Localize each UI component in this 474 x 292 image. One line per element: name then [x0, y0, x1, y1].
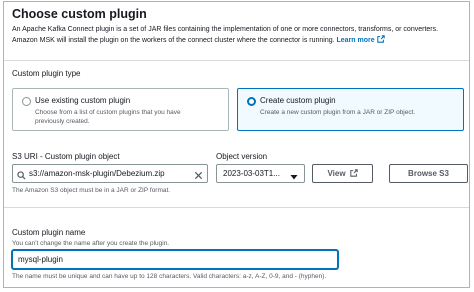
- panel-title: Choose custom plugin: [12, 7, 147, 21]
- s3-uri-input[interactable]: s3://amazon-msk-plugin/Debezium.zip: [12, 164, 208, 183]
- search-icon: [17, 169, 26, 182]
- panel-header: Choose custom plugin An Apache Kafka Con…: [4, 2, 469, 61]
- choose-custom-plugin-panel: Choose custom plugin An Apache Kafka Con…: [3, 1, 470, 288]
- s3-uri-value: s3://amazon-msk-plugin/Debezium.zip: [29, 169, 165, 178]
- option-create-custom-desc: Create a new custom plugin from a JAR or…: [260, 109, 416, 116]
- plugin-name-label: Custom plugin name: [12, 228, 86, 237]
- plugin-name-constraint: The name must be unique and can have up …: [12, 273, 327, 280]
- option-use-existing-desc: Choose from a list of custom plugins tha…: [35, 109, 181, 125]
- radio-create-custom[interactable]: [247, 97, 256, 106]
- view-button[interactable]: View: [312, 164, 373, 183]
- plugin-name-input[interactable]: mysql-plugin: [12, 250, 338, 269]
- s3-uri-label: S3 URI - Custom plugin object: [12, 152, 120, 161]
- option-use-existing[interactable]: Use existing custom plugin Choose from a…: [12, 88, 229, 131]
- external-link-icon: [376, 34, 385, 47]
- clear-icon[interactable]: [194, 169, 203, 182]
- plugin-name-hint: You can't change the name after you crea…: [12, 240, 170, 247]
- object-version-label: Object version: [216, 152, 268, 161]
- browse-s3-button[interactable]: Browse S3: [389, 164, 468, 183]
- plugin-type-label: Custom plugin type: [12, 69, 81, 78]
- option-use-existing-title: Use existing custom plugin: [35, 96, 131, 105]
- caret-down-icon: [290, 170, 298, 182]
- description-line2: Amazon MSK will install the plugin on th…: [12, 36, 335, 44]
- panel-description: An Apache Kafka Connect plugin is a set …: [12, 25, 464, 46]
- radio-use-existing[interactable]: [22, 97, 31, 106]
- option-create-custom[interactable]: Create custom plugin Create a new custom…: [237, 88, 464, 131]
- object-version-select[interactable]: 2023-03-03T1...: [216, 164, 305, 183]
- object-version-value: 2023-03-03T1...: [223, 169, 280, 178]
- section-divider: [4, 207, 469, 208]
- learn-more-link[interactable]: Learn more: [337, 34, 385, 47]
- header-divider: [4, 60, 469, 61]
- s3-uri-hint: The Amazon S3 object must be in a JAR or…: [12, 187, 171, 194]
- description-line1: An Apache Kafka Connect plugin is a set …: [12, 26, 439, 33]
- external-link-icon: [349, 166, 358, 183]
- option-create-custom-title: Create custom plugin: [260, 96, 336, 105]
